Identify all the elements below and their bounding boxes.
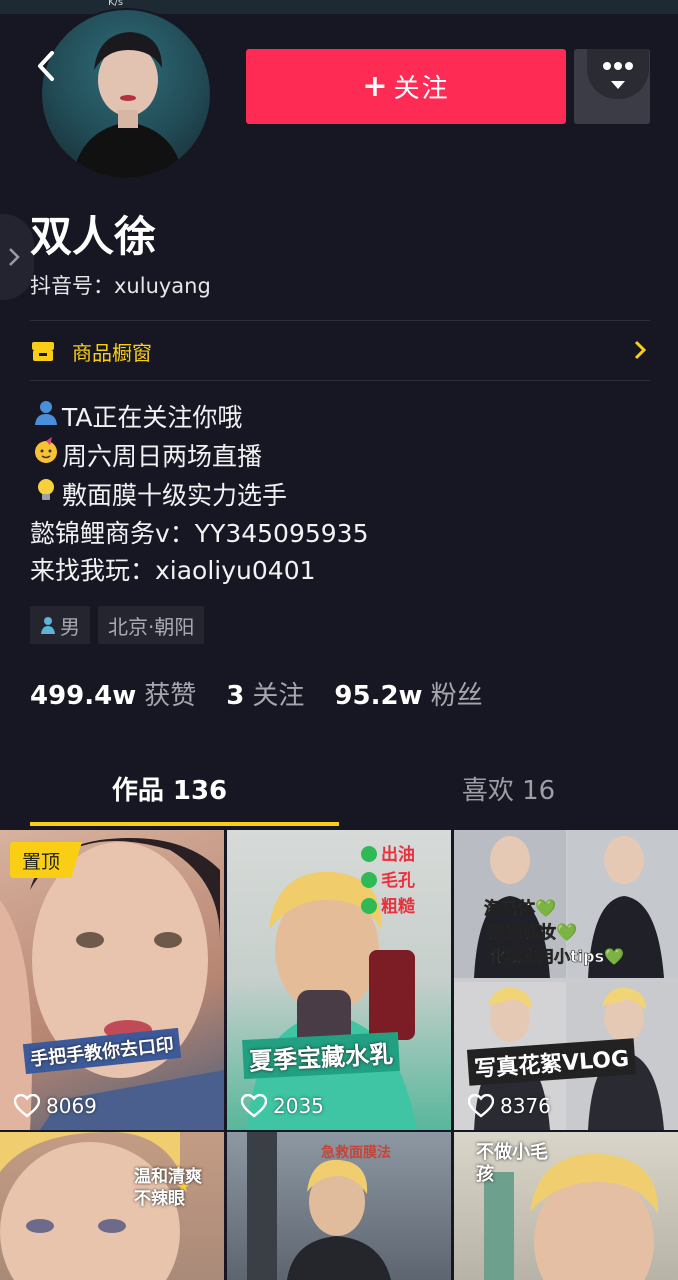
light-bulb-icon bbox=[30, 476, 62, 515]
video-thumbnail[interactable]: 不做小毛孩 bbox=[454, 1132, 678, 1280]
chevron-right-icon bbox=[634, 340, 646, 360]
shop-window-label: 商品橱窗 bbox=[72, 340, 152, 365]
video-caption: 急救面膜法 bbox=[321, 1145, 391, 1161]
person-icon bbox=[40, 615, 56, 635]
douyin-id: 抖音号：xuluyang bbox=[30, 274, 211, 298]
bio: TA正在关注你哦 周六周日两场直播 敷面膜十级实力选手 懿锦鲤商务v：YY345… bbox=[30, 398, 369, 589]
heart-icon bbox=[14, 1094, 40, 1118]
video-thumbnail[interactable]: ★ 温和清爽不辣眼 bbox=[0, 1132, 224, 1280]
video-caption: 温和清爽不辣眼 bbox=[134, 1167, 202, 1209]
chevron-right-icon bbox=[9, 248, 20, 266]
shop-window-row[interactable]: 商品橱窗 bbox=[30, 322, 650, 380]
divider bbox=[30, 320, 650, 321]
svg-text:毛孔: 毛孔 bbox=[381, 870, 415, 891]
likes-count: 499.4w bbox=[30, 681, 137, 711]
side-drawer-handle[interactable] bbox=[0, 214, 34, 300]
video-thumbnail[interactable]: 置顶 手把手教你去口印 8069 bbox=[0, 830, 224, 1130]
nickname: 双人徐 bbox=[30, 212, 157, 261]
tab-likes[interactable]: 喜欢 16 bbox=[339, 760, 678, 828]
followers-count[interactable]: 95.2w bbox=[334, 681, 422, 711]
back-button[interactable] bbox=[28, 44, 64, 88]
heart-icon bbox=[468, 1094, 494, 1118]
more-options-button[interactable] bbox=[574, 49, 650, 124]
video-likes: 8069 bbox=[14, 1094, 97, 1118]
video-likes: 8376 bbox=[468, 1094, 551, 1118]
follow-button[interactable]: + 关注 bbox=[246, 49, 566, 124]
heart-icon bbox=[241, 1094, 267, 1118]
tab-works[interactable]: 作品 136 bbox=[0, 760, 339, 828]
followers-label[interactable]: 粉丝 bbox=[431, 675, 483, 712]
bio-line: TA正在关注你哦 bbox=[30, 398, 369, 437]
svg-text:出油: 出油 bbox=[381, 844, 415, 865]
pinned-badge: 置顶 bbox=[10, 842, 83, 878]
bio-line: 敷面膜十级实力选手 bbox=[30, 476, 369, 515]
svg-text:粗糙: 粗糙 bbox=[381, 896, 415, 917]
profile-tags: 男 北京·朝阳 bbox=[30, 606, 205, 644]
video-thumbnail[interactable]: 海马体💚 清透底妆💚 化妆实用小tips💚 写真花絮VLOG 8376 bbox=[454, 830, 678, 1130]
svg-text:海马体💚: 海马体💚 bbox=[484, 898, 557, 919]
chevron-left-icon bbox=[38, 51, 54, 81]
person-silhouette-icon bbox=[30, 398, 62, 437]
following-label[interactable]: 关注 bbox=[252, 675, 304, 712]
avatar[interactable] bbox=[40, 8, 212, 180]
more-icon bbox=[587, 49, 649, 99]
bio-line: 周六周日两场直播 bbox=[30, 437, 369, 476]
video-likes: 2035 bbox=[241, 1094, 324, 1118]
gender-tag: 男 bbox=[30, 606, 90, 644]
network-speed: K/s bbox=[108, 0, 124, 8]
bio-line: 懿锦鲤商务v：YY345095935 bbox=[30, 519, 369, 548]
svg-text:化妆实用小tips💚: 化妆实用小tips💚 bbox=[490, 947, 624, 966]
video-thumbnail[interactable]: 出油 毛孔 粗糙 夏季宝藏水乳 2035 bbox=[227, 830, 451, 1130]
video-thumbnail[interactable]: 急救面膜法 bbox=[227, 1132, 451, 1280]
video-caption: 夏季宝藏水乳 bbox=[242, 1031, 400, 1080]
profile-stats: 499.4w 获赞 3 关注 95.2w 粉丝 bbox=[30, 675, 513, 712]
plus-icon: + bbox=[362, 68, 388, 104]
video-caption: 不做小毛孩 bbox=[476, 1142, 548, 1185]
content-tabs: 作品 136 喜欢 16 bbox=[0, 760, 678, 828]
location-tag: 北京·朝阳 bbox=[98, 606, 205, 644]
svg-text:清透底妆💚: 清透底妆💚 bbox=[488, 922, 578, 943]
bio-line: 来找我玩：xiaoliyu0401 bbox=[30, 556, 316, 585]
tab-indicator bbox=[30, 822, 339, 826]
shop-icon bbox=[32, 342, 54, 361]
divider bbox=[30, 380, 650, 381]
following-count[interactable]: 3 bbox=[226, 681, 244, 711]
likes-label: 获赞 bbox=[144, 681, 197, 711]
follow-label: 关注 bbox=[393, 74, 450, 104]
party-face-icon bbox=[30, 437, 62, 476]
